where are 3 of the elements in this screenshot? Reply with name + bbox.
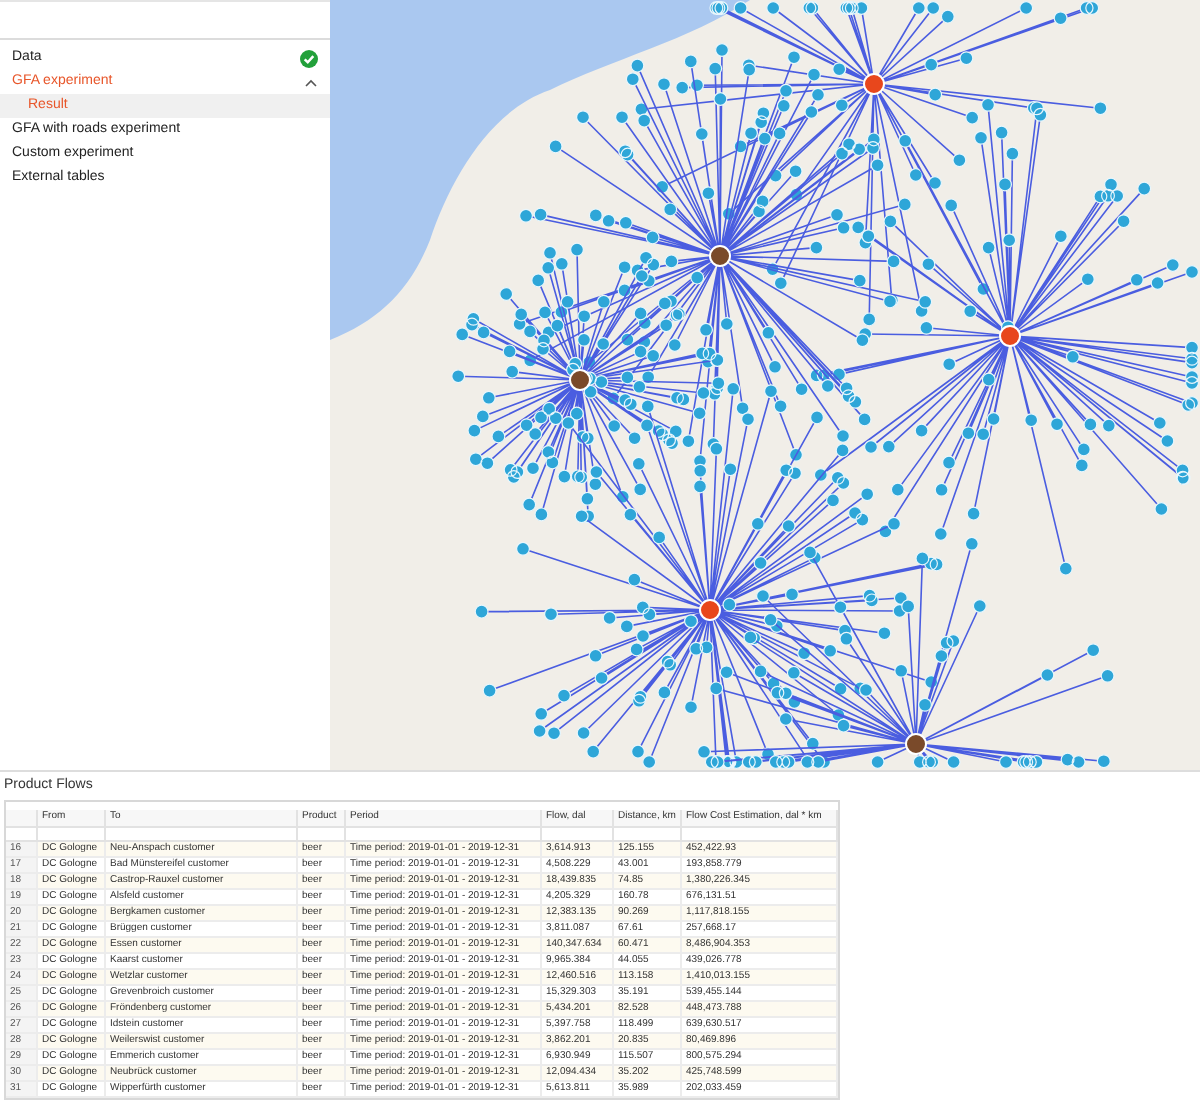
map-placeholder[interactable]	[330, 0, 1200, 770]
check-icon	[300, 49, 318, 67]
chevron-icon[interactable]	[304, 77, 318, 87]
